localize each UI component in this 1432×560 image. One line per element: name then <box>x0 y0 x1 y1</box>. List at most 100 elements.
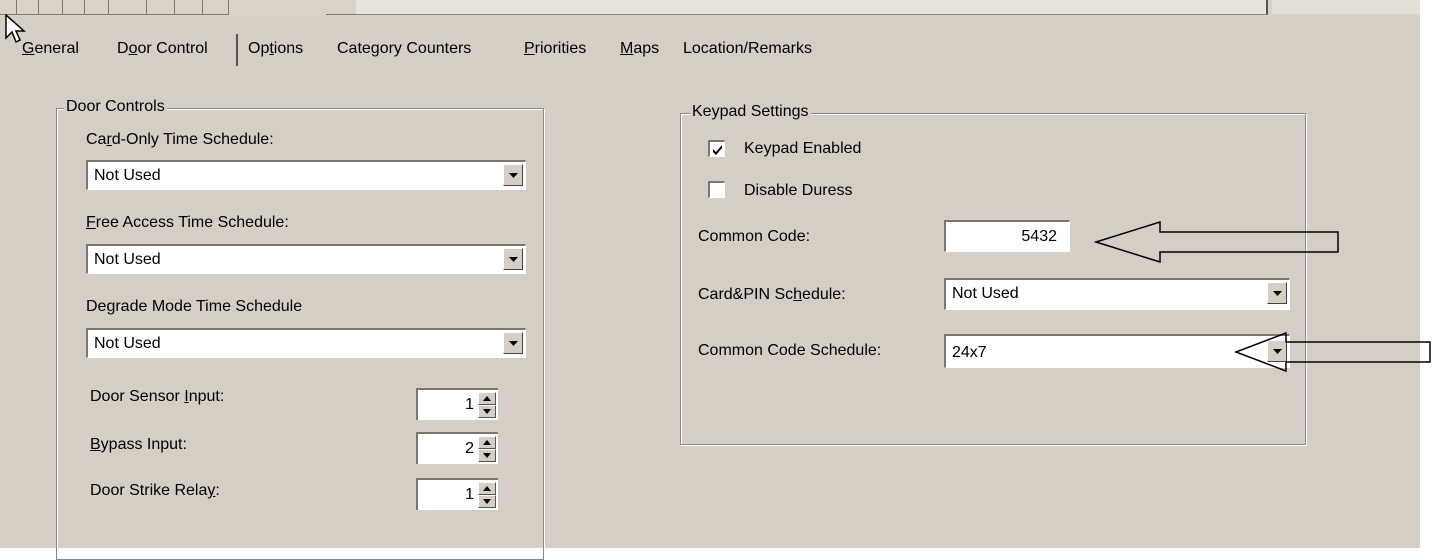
label-prefix: Door Strike Rela <box>90 482 208 499</box>
degrade-mode-schedule-select[interactable]: Not Used <box>86 328 526 358</box>
common-code-label: Common Code: <box>698 228 811 245</box>
tab-label: aps <box>633 40 660 57</box>
select-value: Not Used <box>94 251 161 268</box>
spinner-down-button[interactable] <box>478 495 496 508</box>
tab-general[interactable]: General <box>22 40 79 58</box>
spinner-down-icon <box>483 409 491 414</box>
spinner-up-button[interactable] <box>478 436 496 449</box>
dropdown-button[interactable] <box>1267 282 1287 304</box>
top-right-area <box>1272 0 1420 14</box>
dropdown-button[interactable] <box>503 248 523 270</box>
degrade-mode-schedule-label: Degrade Mode Time Schedule <box>86 298 303 315</box>
toolbar-segment <box>16 0 39 15</box>
tab-options[interactable]: Options <box>248 40 303 58</box>
label-rest: nput: <box>188 388 225 405</box>
input-value: 5432 <box>1021 228 1057 245</box>
disable-duress-label: Disable Duress <box>744 182 853 199</box>
spinner-buttons <box>478 436 496 462</box>
toolbar-segment <box>326 0 357 15</box>
door-sensor-input-label: Door Sensor Input: <box>90 388 224 406</box>
spinner-up-icon <box>483 396 491 401</box>
tab-location-remarks[interactable]: Location/Remarks <box>683 40 812 58</box>
card-only-schedule-select[interactable]: Not Used <box>86 160 526 190</box>
door-strike-relay-spinner[interactable]: 1 <box>416 478 498 510</box>
dropdown-button[interactable] <box>503 332 523 354</box>
tab-label: eneral <box>34 40 79 57</box>
toolbar-segment <box>38 0 63 15</box>
label-rest: d-Only Time Schedule: <box>111 131 274 148</box>
label-prefix: Ca <box>86 131 107 148</box>
toolbar-segment <box>202 0 229 15</box>
tab-separator <box>236 34 238 66</box>
tab-label: or Control <box>137 40 208 57</box>
door-strike-relay-label: Door Strike Relay: <box>90 482 220 500</box>
card-only-schedule-label: Card-Only Time Schedule: <box>86 131 274 149</box>
keypad-settings-legend: Keypad Settings <box>690 103 811 121</box>
spinner-down-button[interactable] <box>478 405 496 418</box>
keypad-enabled-label: Keypad Enabled <box>744 140 862 157</box>
tab-maps[interactable]: Maps <box>620 40 659 58</box>
spinner-down-button[interactable] <box>478 449 496 462</box>
toolbar-segment <box>0 0 17 15</box>
tab-label: ions <box>273 40 304 57</box>
annotation-arrow-icon <box>1233 331 1431 373</box>
label-mnemonic: B <box>90 436 101 453</box>
select-value: Not Used <box>952 285 1019 302</box>
label-prefix: Card&PIN Sc <box>698 286 794 303</box>
bypass-input-label: Bypass Input: <box>90 436 187 454</box>
toolbar-segment <box>146 0 175 15</box>
select-value: 24x7 <box>952 344 987 361</box>
spinner-down-icon <box>483 453 491 458</box>
label-rest: : <box>215 482 220 499</box>
spinner-down-icon <box>483 499 491 504</box>
select-value: Not Used <box>94 335 161 352</box>
label-rest: edule: <box>802 286 846 303</box>
dropdown-button[interactable] <box>503 164 523 186</box>
spinner-up-icon <box>483 440 491 445</box>
toolbar-segment <box>108 0 147 15</box>
tab-mnemonic: M <box>620 40 634 57</box>
card-pin-schedule-select[interactable]: Not Used <box>944 278 1290 310</box>
spinner-buttons <box>478 482 496 508</box>
spinner-value: 1 <box>465 396 474 413</box>
door-sensor-input-spinner[interactable]: 1 <box>416 388 498 420</box>
common-code-input[interactable]: 5432 <box>944 220 1070 252</box>
spinner-up-icon <box>483 486 491 491</box>
dropdown-arrow-icon <box>1273 291 1282 296</box>
toolbar-segment <box>174 0 203 15</box>
annotation-arrow-icon <box>1093 220 1339 264</box>
checkmark-icon <box>713 145 722 155</box>
dropdown-arrow-icon <box>509 257 518 262</box>
spinner-buttons <box>478 392 496 418</box>
toolbar-segment <box>84 0 109 15</box>
door-controls-legend: Door Controls <box>64 98 167 116</box>
keypad-enabled-checkbox[interactable] <box>708 140 725 157</box>
top-scroll-field[interactable] <box>356 0 1268 15</box>
label-prefix: Door Sensor <box>90 388 185 405</box>
tab-priorities[interactable]: Priorities <box>524 40 586 58</box>
spinner-value: 1 <box>465 486 474 503</box>
common-code-schedule-label: Common Code Schedule: <box>698 342 882 359</box>
bypass-input-spinner[interactable]: 2 <box>416 432 498 464</box>
tab-category-counters[interactable]: Category Counters <box>337 40 471 58</box>
label-mnemonic: F <box>86 214 96 231</box>
label-rest: ypass Input: <box>100 436 187 453</box>
dropdown-arrow-icon <box>509 341 518 346</box>
dropdown-arrow-icon <box>509 173 518 178</box>
label-mnemonic: h <box>793 286 803 303</box>
free-access-schedule-select[interactable]: Not Used <box>86 244 526 274</box>
tab-label: riorities <box>534 40 587 57</box>
free-access-schedule-label: Free Access Time Schedule: <box>86 214 289 232</box>
disable-duress-checkbox[interactable] <box>708 181 725 198</box>
label-rest: ree Access Time Schedule: <box>95 214 289 231</box>
spinner-value: 2 <box>465 440 474 457</box>
spinner-up-button[interactable] <box>478 392 496 405</box>
select-value: Not Used <box>94 167 161 184</box>
tab-label-prefix: D <box>117 40 129 57</box>
tab-label-prefix: Op <box>248 40 270 57</box>
card-pin-schedule-label: Card&PIN Schedule: <box>698 286 846 304</box>
tab-mnemonic: P <box>524 40 535 57</box>
tab-door-control[interactable]: Door Control <box>117 40 208 58</box>
toolbar-segment <box>62 0 85 15</box>
spinner-up-button[interactable] <box>478 482 496 495</box>
